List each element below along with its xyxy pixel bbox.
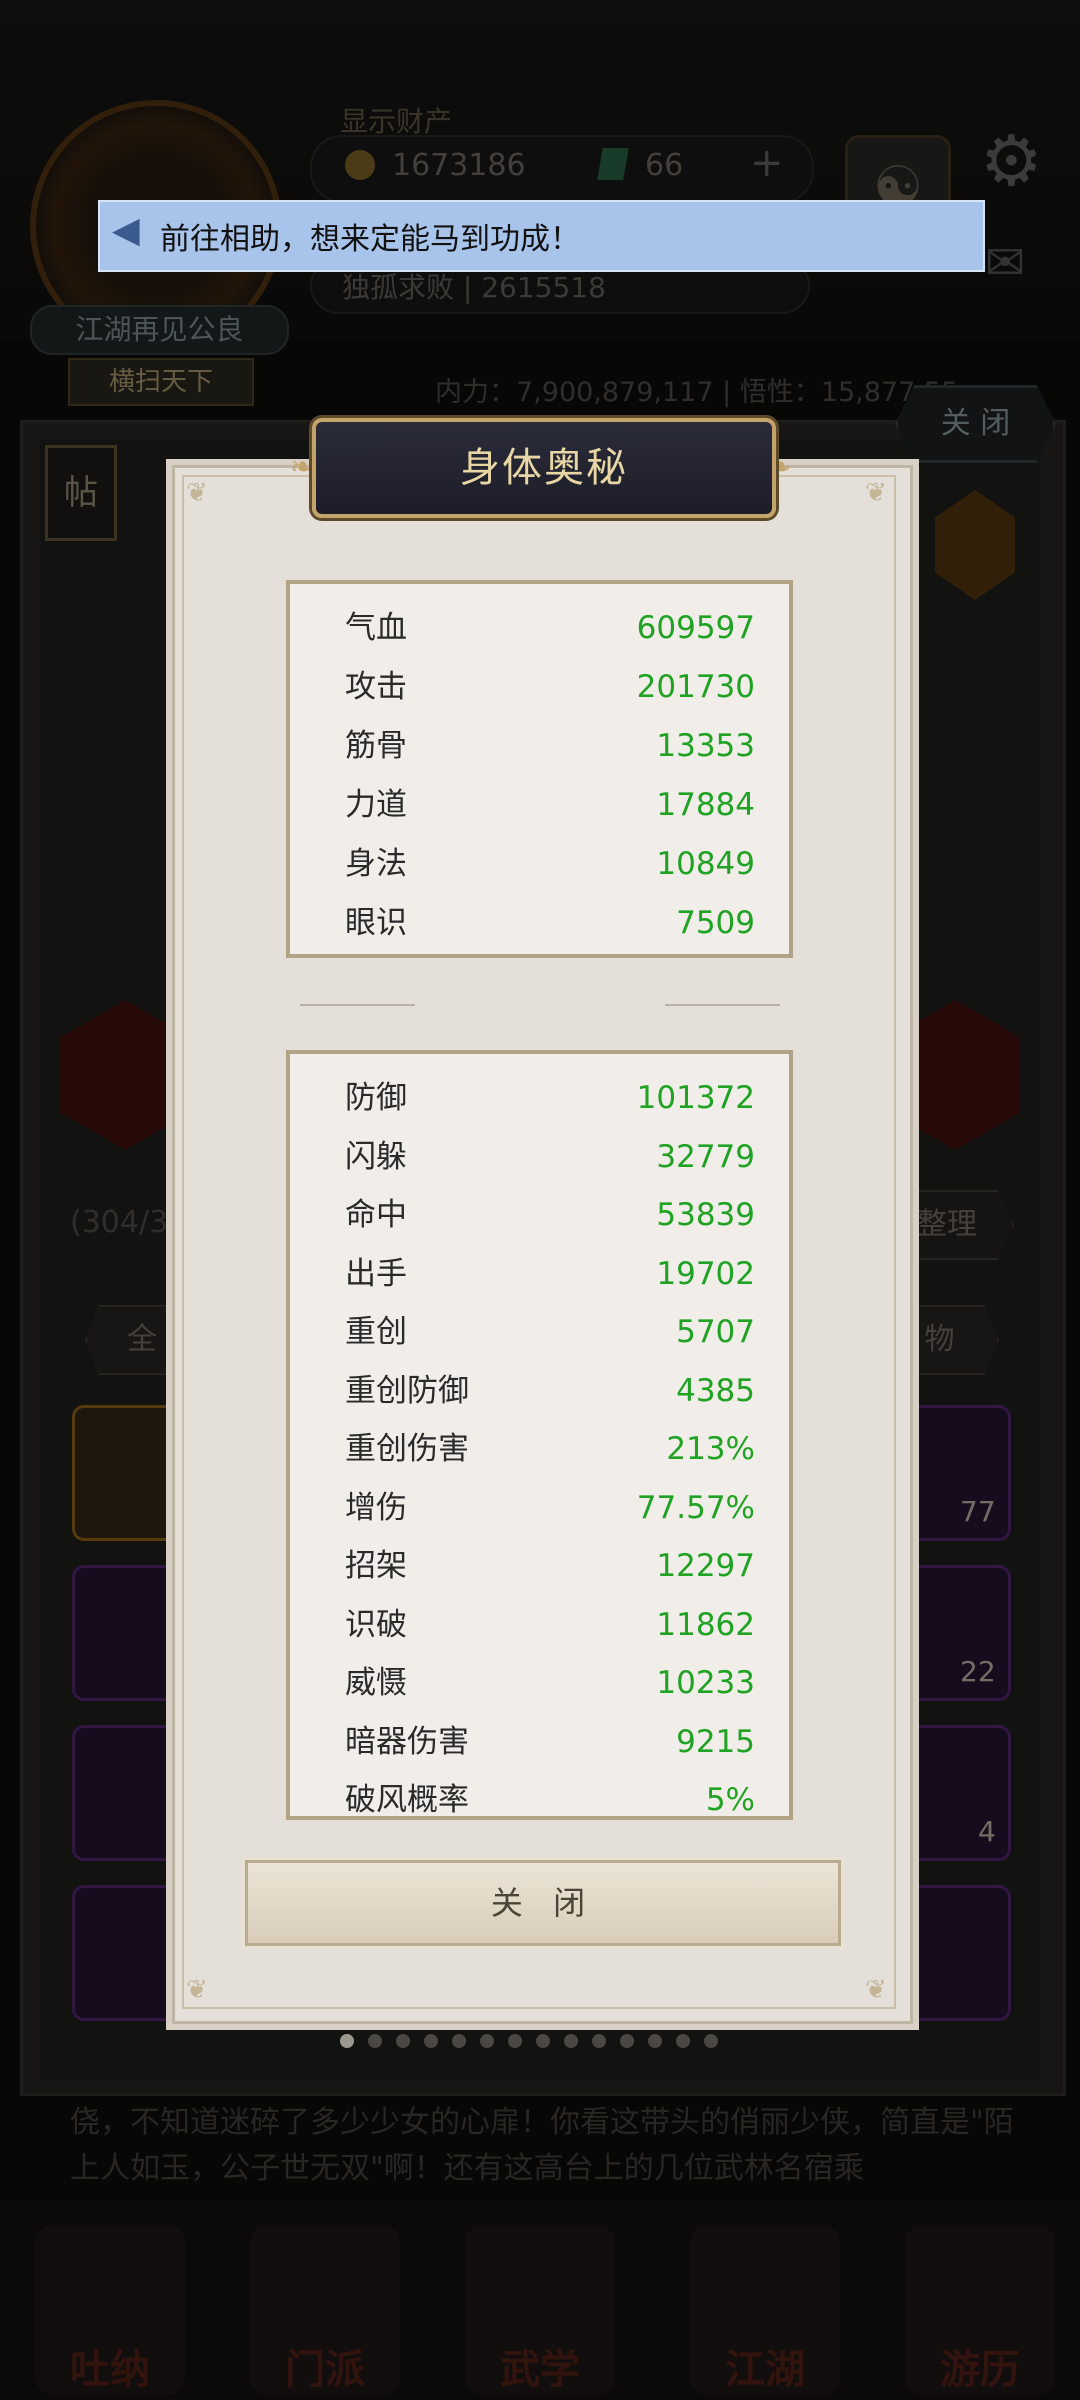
stat-row: 出手 19702 [345,1245,755,1303]
stat-name: 闪躲 [345,1138,407,1175]
stat-name: 增伤 [345,1489,407,1526]
page-dot[interactable] [396,2034,410,2048]
stat-name: 威慑 [345,1665,407,1701]
stat-value: 77.57% [636,1489,755,1526]
stat-value: 32779 [656,1138,755,1175]
stat-row: 破风概率 5% [345,1771,755,1818]
stat-value: 101372 [636,1080,755,1116]
page-dot[interactable] [480,2034,494,2048]
stat-row: 命中 53839 [345,1186,755,1244]
combat-stats-box[interactable]: 防御 101372 闪躲 32779 命中 53839 出手 19702 重创 5707 重创防御 4… [286,1050,793,1820]
basic-stats-box: 气血 609597 攻击 201730 筋骨 13353 力道 17884 身法 1084… [286,580,793,958]
corner-ornament-icon: ❦ [186,478,208,508]
page-dot[interactable] [564,2034,578,2048]
stat-name: 招架 [345,1548,407,1584]
modal-title: 身体奥秘 [460,445,628,491]
stat-name: 识破 [345,1606,407,1643]
page-dot[interactable] [340,2034,354,2048]
stat-row: 增伤 77.57% [345,1479,755,1537]
title-wing-icon: ❧ [290,450,314,483]
stat-value: 10849 [656,846,755,882]
page-dot[interactable] [424,2034,438,2048]
stat-name: 气血 [345,610,407,646]
stat-row: 攻击 201730 [345,658,755,716]
stat-row: 防御 101372 [345,1069,755,1127]
stat-name: 攻击 [345,669,407,705]
stat-row: 重创伤害 213% [345,1420,755,1478]
stat-value: 4385 [676,1372,755,1409]
stat-value: 10233 [656,1665,755,1701]
announcement-text: 前往相助，想来定能马到功成！ [160,222,580,257]
stat-value: 5707 [676,1314,755,1350]
stat-value: 53839 [656,1197,755,1233]
stat-name: 命中 [345,1197,407,1233]
stat-name: 破风概率 [345,1782,469,1818]
page-dot[interactable] [452,2034,466,2048]
stat-row: 招架 12297 [345,1537,755,1595]
stat-row: 眼识 7509 [345,894,755,952]
stat-row: 力道 17884 [345,776,755,834]
stat-name: 力道 [345,787,407,823]
megaphone-icon: ◀ [112,210,140,251]
stat-row: 暗器伤害 9215 [345,1713,755,1771]
stat-value: 609597 [636,610,755,646]
modal-close-button[interactable]: 关 闭 [245,1860,841,1946]
page-dot[interactable] [508,2034,522,2048]
stat-row: 筋骨 13353 [345,717,755,775]
stat-name: 防御 [345,1080,407,1116]
stat-value: 5% [705,1782,755,1818]
page-dot[interactable] [536,2034,550,2048]
stat-value: 13353 [656,728,755,764]
page-dot[interactable] [648,2034,662,2048]
stat-value: 17884 [656,787,755,823]
page-dot[interactable] [592,2034,606,2048]
stat-row: 气血 609597 [345,599,755,657]
stat-value: 19702 [656,1255,755,1292]
stat-name: 暗器伤害 [345,1723,469,1760]
corner-ornament-icon: ❦ [186,1975,208,2005]
stat-name: 重创伤害 [345,1431,469,1467]
page-dot[interactable] [704,2034,718,2048]
stat-value: 7509 [676,905,755,941]
page-dot[interactable] [676,2034,690,2048]
stat-name: 出手 [345,1255,407,1292]
stat-name: 重创 [345,1314,407,1350]
corner-ornament-icon: ❦ [865,478,887,508]
stat-row: 闪躲 32779 [345,1128,755,1186]
stat-value: 12297 [656,1548,755,1584]
stat-row: 重创防御 4385 [345,1362,755,1420]
stat-name: 眼识 [345,905,407,941]
stat-name: 身法 [345,846,407,882]
stat-value: 201730 [636,669,755,705]
stat-value: 213% [666,1431,755,1467]
stat-name: 重创防御 [345,1372,469,1409]
stat-row: 威慑 10233 [345,1654,755,1712]
stat-value: 9215 [676,1723,755,1760]
page-indicator [340,2033,732,2048]
page-dot[interactable] [368,2034,382,2048]
stat-name: 筋骨 [345,728,407,764]
page-dot[interactable] [620,2034,634,2048]
stat-row: 身法 10849 [345,835,755,893]
stat-row: 识破 11862 [345,1596,755,1654]
stat-value: 11862 [656,1606,755,1643]
stat-row: 重创 5707 [345,1303,755,1361]
corner-ornament-icon: ❦ [865,1975,887,2005]
section-divider [300,1000,780,1010]
